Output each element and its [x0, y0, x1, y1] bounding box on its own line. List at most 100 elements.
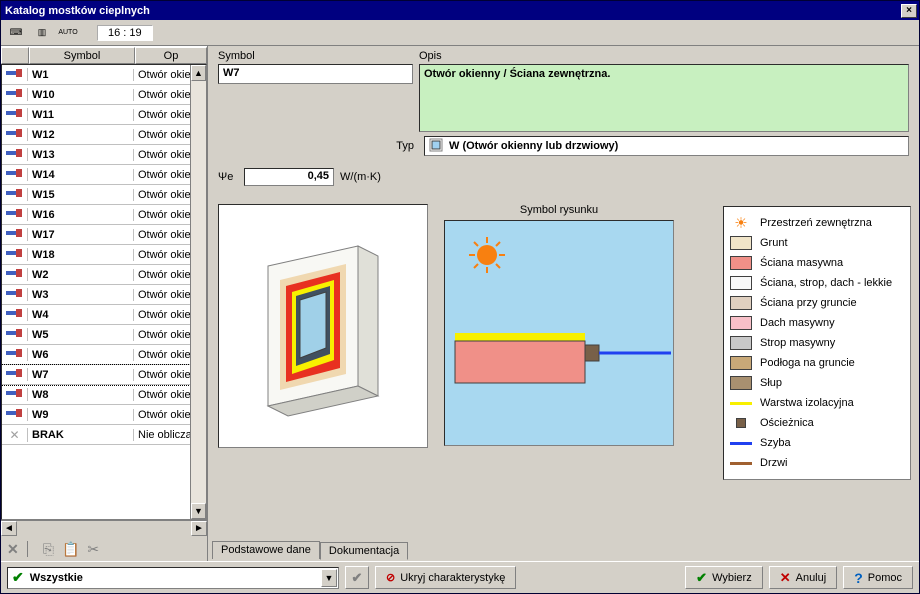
paste-icon[interactable]: 📋: [62, 541, 79, 558]
row-symbol: W11: [28, 109, 134, 121]
row-symbol: W6: [28, 349, 134, 361]
symbol-input[interactable]: W7: [218, 64, 413, 84]
filter-combo[interactable]: ✔ Wszystkie ▼: [7, 567, 339, 589]
hide-icon: ⊘: [386, 571, 395, 584]
dialog-window: Katalog mostków cieplnych × ⌨ ▥ AUTO 16 …: [0, 0, 920, 594]
legend-swatch: [730, 462, 752, 465]
table-row[interactable]: ✕BRAKNie obliczaj r: [2, 425, 206, 445]
row-symbol: W3: [28, 289, 134, 301]
check-icon: ✔: [12, 569, 24, 586]
legend-label: Drzwi: [760, 457, 788, 469]
filter-value: Wszystkie: [30, 572, 83, 584]
typ-select[interactable]: W (Otwór okienny lub drzwiowy): [424, 136, 909, 156]
row-symbol: W2: [28, 269, 134, 281]
col-header-desc[interactable]: Op: [135, 47, 207, 64]
cut-icon[interactable]: ✂: [87, 541, 99, 558]
row-symbol: W5: [28, 329, 134, 341]
table-row[interactable]: W4Otwór okienn: [2, 305, 206, 325]
legend-swatch: [730, 376, 752, 390]
legend-swatch: [730, 402, 752, 405]
scroll-track[interactable]: [191, 81, 206, 503]
horizontal-scrollbar[interactable]: ◄ ►: [1, 520, 207, 537]
scroll-right-icon[interactable]: ►: [191, 521, 207, 536]
row-symbol: W1: [28, 69, 134, 81]
col-header-icon[interactable]: [1, 47, 29, 64]
table-row[interactable]: W2Otwór okienn: [2, 265, 206, 285]
table-row[interactable]: W16Otwór okienn: [2, 205, 206, 225]
clock-display: 16 : 19: [97, 25, 153, 41]
help-button[interactable]: ? Pomoc: [843, 566, 913, 589]
check-icon: ✔: [696, 570, 707, 586]
table-row[interactable]: W10Otwór okienn: [2, 85, 206, 105]
row-symbol: W13: [28, 149, 134, 161]
legend-label: Przestrzeń zewnętrzna: [760, 217, 872, 229]
scroll-left-icon[interactable]: ◄: [1, 521, 17, 536]
cancel-button[interactable]: ✕ Anuluj: [769, 566, 837, 589]
table-row[interactable]: W1Otwór okienn: [2, 65, 206, 85]
keyboard-icon[interactable]: ⌨: [5, 23, 27, 43]
table-row[interactable]: W6Otwór okienn: [2, 345, 206, 365]
table-row[interactable]: W12Otwór okienn: [2, 125, 206, 145]
desc-input[interactable]: Otwór okienny / Ściana zewnętrzna.: [419, 64, 909, 132]
row-icon: [2, 208, 28, 221]
row-icon: [2, 288, 28, 301]
table-row[interactable]: W3Otwór okienn: [2, 285, 206, 305]
col-header-symbol[interactable]: Symbol: [29, 47, 135, 64]
legend-item: Ściana, strop, dach - lekkie: [730, 273, 904, 293]
row-icon: [2, 188, 28, 201]
legend-swatch: [736, 418, 746, 428]
row-symbol: W14: [28, 169, 134, 181]
grid-icon[interactable]: ▥: [31, 23, 53, 43]
delete-icon[interactable]: ✕: [7, 541, 19, 558]
grid-header: Symbol Op: [1, 46, 207, 64]
legend-item: Dach masywny: [730, 313, 904, 333]
row-icon: [2, 248, 28, 261]
table-row[interactable]: W9Otwór okienn: [2, 405, 206, 425]
row-symbol: W8: [28, 389, 134, 401]
auto-button[interactable]: AUTO: [57, 23, 79, 43]
table-row[interactable]: W11Otwór okienn: [2, 105, 206, 125]
legend-label: Grunt: [760, 237, 788, 249]
left-pane: Symbol Op W1Otwór okiennW10Otwór okiennW…: [1, 46, 208, 561]
row-symbol: W9: [28, 409, 134, 421]
table-row[interactable]: W8Otwór okienn: [2, 385, 206, 405]
row-symbol: W18: [28, 249, 134, 261]
scroll-up-icon[interactable]: ▲: [191, 65, 206, 81]
table-row[interactable]: W18Otwór okienn: [2, 245, 206, 265]
scroll-down-icon[interactable]: ▼: [191, 503, 206, 519]
row-icon: [2, 268, 28, 281]
chevron-down-icon[interactable]: ▼: [321, 569, 337, 587]
hide-characteristic-button[interactable]: ⊘ Ukryj charakterystykę: [375, 566, 516, 589]
row-icon: [2, 148, 28, 161]
table-row[interactable]: W14Otwór okienn: [2, 165, 206, 185]
table-row[interactable]: W7Otwór okienn: [2, 365, 206, 385]
sun-icon: ☀: [730, 214, 752, 232]
legend-label: Ościeżnica: [760, 417, 814, 429]
tab-documentation[interactable]: Dokumentacja: [320, 542, 408, 560]
select-button[interactable]: ✔ Wybierz: [685, 566, 763, 589]
legend-swatch: [730, 256, 752, 270]
psi-input[interactable]: 0,45: [244, 168, 334, 186]
legend-item: ☀ Przestrzeń zewnętrzna: [730, 213, 904, 233]
legend-label: Ściana masywna: [760, 257, 843, 269]
row-icon: ✕: [2, 428, 28, 442]
row-symbol: W12: [28, 129, 134, 141]
apply-filter-button[interactable]: ✔: [345, 566, 369, 589]
table-row[interactable]: W13Otwór okienn: [2, 145, 206, 165]
legend-item: Ościeżnica: [730, 413, 904, 433]
row-icon: [2, 168, 28, 181]
copy-icon[interactable]: ⎘: [43, 541, 54, 558]
legend-item: Drzwi: [730, 453, 904, 473]
vertical-scrollbar[interactable]: ▲ ▼: [190, 65, 206, 519]
row-icon: [2, 368, 28, 381]
row-symbol: W15: [28, 189, 134, 201]
legend-swatch: [730, 296, 752, 310]
table-row[interactable]: W5Otwór okienn: [2, 325, 206, 345]
tab-basic-data[interactable]: Podstawowe dane: [212, 541, 320, 559]
table-row[interactable]: W17Otwór okienn: [2, 225, 206, 245]
table-row[interactable]: W15Otwór okienn: [2, 185, 206, 205]
left-toolbar: ✕ ⎘ 📋 ✂: [1, 537, 207, 561]
details-pane: Symbol W7 Opis Otwór okienny / Ściana ze…: [208, 46, 919, 561]
close-icon[interactable]: ×: [901, 4, 917, 18]
legend-item: Strop masywny: [730, 333, 904, 353]
